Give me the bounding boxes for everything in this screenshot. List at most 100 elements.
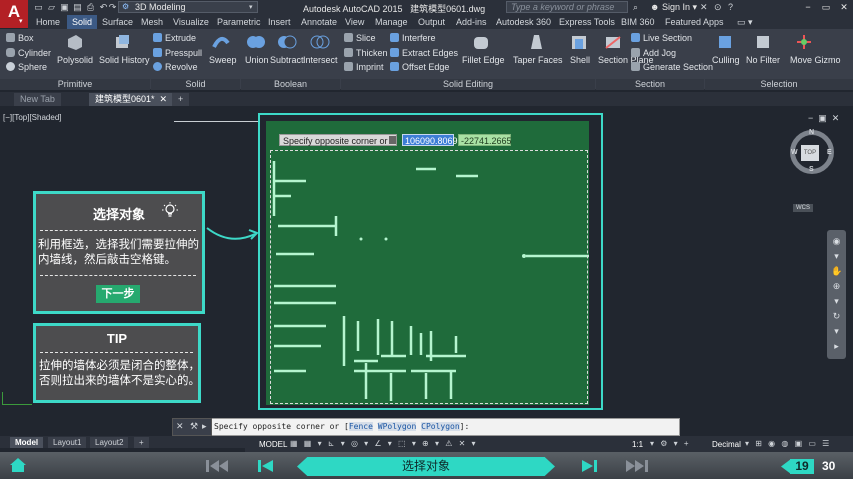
taper-faces-button[interactable]: Taper Faces — [513, 55, 563, 66]
annotation-toggles[interactable]: ▾ ⚙ ▾ + — [650, 439, 691, 448]
culling-button[interactable]: Culling — [712, 55, 740, 66]
a360-icon[interactable]: ⊙ — [714, 2, 722, 13]
shell-button[interactable]: Shell — [570, 55, 590, 66]
save-icon[interactable]: ▣ — [59, 2, 70, 12]
tab-mesh[interactable]: Mesh — [141, 15, 163, 29]
compass-east[interactable]: E — [827, 149, 832, 156]
previous-page-icon[interactable] — [257, 458, 275, 474]
fence-option[interactable]: Fence — [348, 422, 373, 431]
showmotion-icon[interactable]: ▸ — [831, 341, 842, 352]
annotation-scale[interactable]: 1:1 — [632, 440, 643, 449]
tab-insert[interactable]: Insert — [268, 15, 291, 29]
sphere-button[interactable]: Sphere — [6, 62, 47, 73]
viewport-window-controls[interactable]: − ▣ ✕ — [808, 113, 839, 124]
union-button[interactable]: Union — [245, 55, 269, 66]
add-jog-button[interactable]: Add Jog — [631, 48, 676, 59]
zoom-icon[interactable]: ⊕ — [831, 281, 842, 292]
presspull-button[interactable]: Presspull — [153, 48, 202, 59]
first-page-icon[interactable] — [205, 458, 229, 474]
viewcube-top-face[interactable]: TOP — [801, 145, 819, 161]
add-tab-button[interactable]: + — [172, 93, 190, 106]
maximize-icon[interactable]: ▭ — [818, 1, 834, 13]
exchange-icon[interactable]: ✕ — [700, 2, 708, 13]
coordinate-x-input[interactable]: 106090.8069 — [402, 134, 458, 146]
revolve-button[interactable]: Revolve — [153, 62, 198, 73]
orbit-arrow-icon[interactable]: ▾ — [831, 251, 842, 262]
tab-output[interactable]: Output — [418, 15, 445, 29]
next-page-icon[interactable] — [580, 458, 598, 474]
tab-solid[interactable]: Solid — [67, 15, 98, 29]
move-gizmo-dropdown[interactable]: Move Gizmo — [790, 55, 841, 65]
tab-home[interactable]: Home — [36, 15, 60, 29]
units-dropdown[interactable]: Decimal — [712, 440, 741, 449]
viewport-controls-label[interactable]: [−][Top][Shaded] — [3, 113, 62, 122]
next-step-button[interactable]: 下一步 — [96, 285, 140, 303]
tab-featured-apps[interactable]: Featured Apps — [665, 15, 724, 29]
ribbon-minimize-icon[interactable]: ▭ ▾ — [737, 15, 753, 29]
box-button[interactable]: Box — [6, 33, 34, 44]
close-icon[interactable]: ✕ — [176, 421, 184, 432]
application-menu-button[interactable]: A — [0, 0, 28, 28]
open-folder-icon[interactable]: ▱ — [46, 2, 57, 12]
live-section-button[interactable]: Live Section — [631, 33, 692, 44]
plot-icon[interactable]: ⎙ — [85, 2, 96, 12]
tab-layout2[interactable]: Layout2 — [90, 437, 129, 448]
sweep-button[interactable]: Sweep — [209, 55, 237, 66]
tab-manage[interactable]: Manage — [375, 15, 408, 29]
wcs-menu[interactable]: WCS — [793, 204, 813, 212]
binoculars-icon[interactable]: ⌕ — [633, 2, 638, 13]
zoom-arrow-icon[interactable]: ▾ — [831, 296, 842, 307]
status-tray-icons[interactable]: ▾ ⊞ ◉ ◍ ▣ ▭ ☰ — [745, 439, 831, 448]
new-file-icon[interactable]: ▭ — [33, 2, 44, 12]
tab-bim-360[interactable]: BIM 360 — [621, 15, 655, 29]
cylinder-button[interactable]: Cylinder — [6, 48, 51, 59]
close-icon[interactable]: ✕ — [836, 1, 852, 13]
tab-annotate[interactable]: Annotate — [301, 15, 337, 29]
cpolygon-option[interactable]: CPolygon — [421, 422, 460, 431]
no-filter-dropdown[interactable]: No Filter — [746, 55, 780, 66]
tab-model[interactable]: Model — [10, 437, 44, 448]
thicken-button[interactable]: Thicken — [344, 48, 388, 59]
offset-edge-button[interactable]: Offset Edge — [390, 62, 449, 73]
generate-section-button[interactable]: Generate Section — [631, 62, 713, 73]
solid-history-button[interactable]: Solid History — [99, 55, 150, 66]
interfere-button[interactable]: Interfere — [390, 33, 436, 44]
workspace-dropdown[interactable]: 3D Modeling — [118, 1, 258, 13]
drafting-toggles[interactable]: ▦ ▦ ▾ ⊾ ▾ ◎ ▾ ∠ ▾ ⬚ ▾ ⊕ ▾ ⚠ ✕ ▾ — [290, 439, 478, 448]
wrench-icon[interactable]: ⚒ — [190, 421, 198, 432]
help-icon[interactable]: ? — [728, 2, 733, 12]
close-icon[interactable]: ✕ — [160, 94, 168, 104]
orbit-arrow-icon[interactable]: ▾ — [831, 326, 842, 337]
home-icon[interactable] — [8, 456, 28, 474]
polysolid-button[interactable]: Polysolid — [57, 55, 93, 66]
tab-visualize[interactable]: Visualize — [173, 15, 209, 29]
coordinate-y-input[interactable]: -22741.2665 — [458, 134, 512, 146]
compass-west[interactable]: W — [791, 149, 798, 156]
wpolygon-option[interactable]: WPolygon — [377, 422, 417, 431]
sign-in-button[interactable]: ☻ Sign In ▾ — [650, 2, 697, 13]
compass-north[interactable]: N — [809, 129, 814, 136]
tab-view[interactable]: View — [345, 15, 364, 29]
doc-tab-new[interactable]: New Tab — [14, 93, 61, 106]
slice-button[interactable]: Slice — [344, 33, 376, 44]
search-input[interactable]: Type a keyword or phrase — [506, 1, 628, 13]
orbit-icon[interactable]: ↻ — [831, 311, 842, 322]
steering-wheel-icon[interactable]: ◉ — [831, 236, 842, 247]
extract-edges-button[interactable]: Extract Edges — [390, 48, 458, 59]
redo-icon[interactable]: ↷ — [107, 2, 118, 12]
extrude-button[interactable]: Extrude — [153, 33, 196, 44]
fillet-edge-button[interactable]: Fillet Edge — [462, 55, 505, 66]
doc-tab-active[interactable]: 建筑模型0601* ✕ — [89, 93, 174, 106]
last-page-icon[interactable] — [625, 458, 649, 474]
tab-surface[interactable]: Surface — [102, 15, 133, 29]
command-history-icon[interactable]: ▸ — [202, 421, 207, 432]
save-as-icon[interactable]: ▤ — [72, 2, 83, 12]
add-layout-button[interactable]: + — [134, 437, 149, 448]
intersect-button[interactable]: Intersect — [303, 55, 338, 66]
tab-layout1[interactable]: Layout1 — [48, 437, 87, 448]
tab-autodesk-360[interactable]: Autodesk 360 — [496, 15, 551, 29]
subtract-button[interactable]: Subtract — [270, 55, 304, 66]
compass-south[interactable]: S — [809, 166, 814, 173]
tab-parametric[interactable]: Parametric — [217, 15, 261, 29]
tab-add-ins[interactable]: Add-ins — [456, 15, 487, 29]
